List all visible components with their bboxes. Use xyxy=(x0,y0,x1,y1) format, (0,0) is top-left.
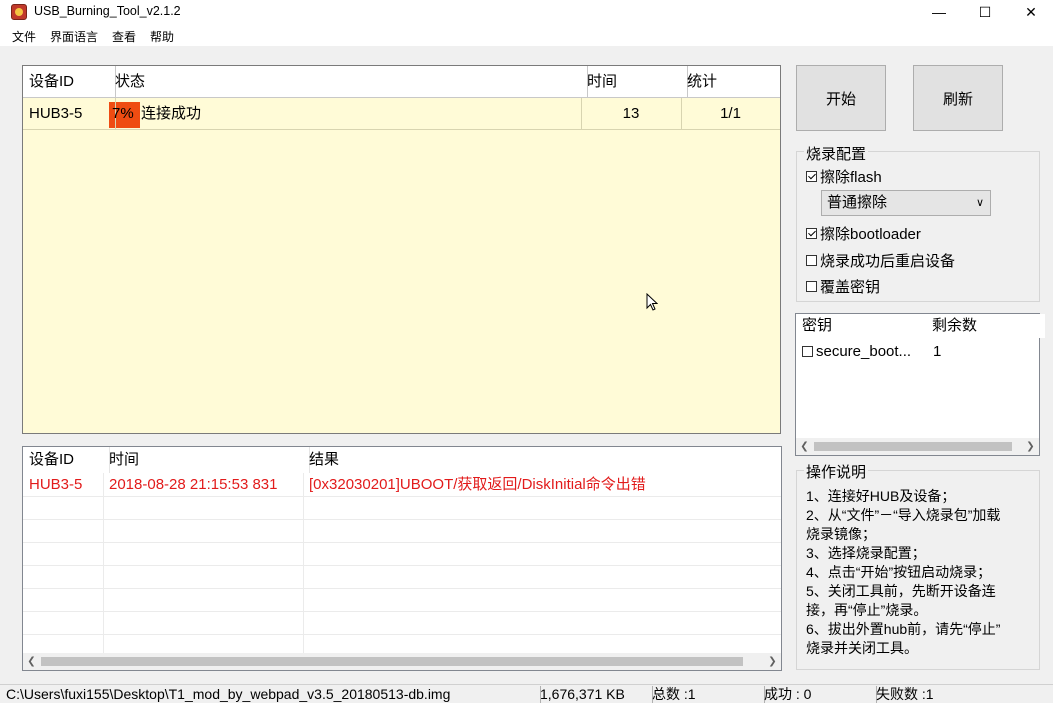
checkbox-checked-icon xyxy=(806,171,817,182)
config-title: 烧录配置 xyxy=(804,143,869,164)
log-device-id: HUB3-5 xyxy=(29,476,83,493)
status-image-size: 1,676,371 KB xyxy=(534,686,653,703)
status-success: 成功 : 0 xyxy=(758,686,877,703)
col-time[interactable]: 时间 xyxy=(581,66,688,98)
status-image-path: C:\Users\fuxi155\Desktop\T1_mod_by_webpa… xyxy=(0,686,541,703)
erase-bootloader-checkbox[interactable]: 擦除bootloader xyxy=(806,223,921,244)
col-log-result[interactable]: 结果 xyxy=(303,447,787,473)
menu-help[interactable]: 帮助 xyxy=(150,28,174,45)
log-row-empty xyxy=(23,611,781,635)
checkbox-unchecked-icon xyxy=(806,281,817,292)
log-row-empty xyxy=(23,519,781,543)
log-time: 2018-08-28 21:15:53 831 xyxy=(109,476,278,493)
checkbox-unchecked-icon xyxy=(806,255,817,266)
status-total: 总数 :1 xyxy=(646,686,765,703)
overwrite-key-checkbox[interactable]: 覆盖密钥 xyxy=(806,276,880,297)
overwrite-key-label: 覆盖密钥 xyxy=(820,279,881,296)
col-stats[interactable]: 统计 xyxy=(681,66,786,98)
col-key[interactable]: 密钥 xyxy=(796,314,933,338)
log-row-empty xyxy=(23,496,781,520)
scroll-thumb[interactable] xyxy=(41,657,743,666)
scroll-right-icon[interactable]: ❯ xyxy=(764,653,781,670)
log-list-scrollbar[interactable]: ❮ ❯ xyxy=(23,653,781,670)
col-log-device-id[interactable]: 设备ID xyxy=(23,447,110,473)
scroll-left-icon[interactable]: ❮ xyxy=(23,653,40,670)
help-line: 烧录镜像； xyxy=(806,526,876,542)
device-stats: 1/1 xyxy=(720,105,741,122)
log-result: [0x32030201]UBOOT/获取返回/DiskInitial命令出错 xyxy=(309,476,646,493)
log-row-empty xyxy=(23,565,781,589)
minimize-button[interactable]: — xyxy=(916,0,962,24)
help-line: 6、拔出外置hub前，请先“停止” xyxy=(806,621,1001,637)
log-row-empty xyxy=(23,542,781,566)
menu-file[interactable]: 文件 xyxy=(12,28,36,45)
window-title: USB_Burning_Tool_v2.1.2 xyxy=(34,4,181,18)
mouse-cursor-icon xyxy=(646,293,658,311)
help-line: 接，再“停止”烧录。 xyxy=(806,602,928,618)
help-line: 2、从“文件”－“导入烧录包”加载 xyxy=(806,507,1001,523)
key-list[interactable]: 密钥 剩余数 secure_boot... 1 ❮ ❯ xyxy=(795,313,1045,456)
maximize-button[interactable]: ☐ xyxy=(962,0,1008,24)
key-remaining: 1 xyxy=(933,343,942,360)
reboot-after-checkbox[interactable]: 烧录成功后重启设备 xyxy=(806,250,955,271)
key-list-scrollbar[interactable]: ❮ ❯ xyxy=(796,438,1039,455)
status-text: 连接成功 xyxy=(141,105,202,122)
help-title: 操作说明 xyxy=(804,461,869,482)
menu-language[interactable]: 界面语言 xyxy=(50,28,98,45)
erase-flash-label: 擦除flash xyxy=(820,169,882,186)
refresh-button[interactable]: 刷新 xyxy=(913,65,1003,131)
device-id: HUB3-5 xyxy=(23,98,116,130)
col-log-time[interactable]: 时间 xyxy=(103,447,310,473)
scroll-left-icon[interactable]: ❮ xyxy=(796,438,813,455)
progress-percent: 7% xyxy=(112,105,134,122)
app-icon xyxy=(11,4,27,20)
close-button[interactable]: ✕ xyxy=(1008,0,1053,24)
help-line: 5、关闭工具前，先断开设备连 xyxy=(806,583,996,599)
key-name: secure_boot... xyxy=(816,343,912,360)
erase-mode-select[interactable]: 普通擦除 ∨ xyxy=(821,190,991,216)
help-line: 4、点击“开始”按钮启动烧录； xyxy=(806,564,992,580)
erase-mode-value: 普通擦除 xyxy=(827,194,888,211)
col-device-id[interactable]: 设备ID xyxy=(23,66,116,98)
scroll-right-icon[interactable]: ❯ xyxy=(1022,438,1039,455)
col-remaining[interactable]: 剩余数 xyxy=(926,314,1045,338)
chevron-down-icon: ∨ xyxy=(975,197,984,209)
help-line: 烧录并关闭工具。 xyxy=(806,640,918,656)
menu-view[interactable]: 查看 xyxy=(112,28,136,45)
log-row[interactable]: HUB3-5 2018-08-28 21:15:53 831 [0x320302… xyxy=(23,473,781,497)
device-row[interactable]: HUB3-5 7% 连接成功 13 1/1 xyxy=(23,98,780,130)
erase-flash-checkbox[interactable]: 擦除flash xyxy=(806,166,882,187)
start-button[interactable]: 开始 xyxy=(796,65,886,131)
reboot-after-label: 烧录成功后重启设备 xyxy=(820,253,956,270)
key-row[interactable]: secure_boot... xyxy=(802,343,911,360)
erase-bootloader-label: 擦除bootloader xyxy=(820,226,921,243)
device-list-header: 设备ID 状态 时间 统计 xyxy=(23,66,780,98)
help-line: 3、选择烧录配置； xyxy=(806,545,926,561)
scroll-thumb[interactable] xyxy=(814,442,1012,451)
title-bar: USB_Burning_Tool_v2.1.2 — ☐ ✕ xyxy=(0,0,1053,24)
log-list[interactable]: 设备ID 时间 结果 HUB3-5 2018-08-28 21:15:53 83… xyxy=(22,446,782,671)
menu-bar: 文件 界面语言 查看 帮助 xyxy=(0,24,1053,46)
log-row-empty xyxy=(23,588,781,612)
checkbox-checked-icon xyxy=(806,228,817,239)
checkbox-unchecked-icon xyxy=(802,346,813,357)
device-time: 13 xyxy=(581,98,682,130)
status-failed: 失败数 :1 xyxy=(876,686,934,702)
col-status[interactable]: 状态 xyxy=(109,66,588,98)
status-bar: C:\Users\fuxi155\Desktop\T1_mod_by_webpa… xyxy=(0,684,1053,703)
status-cell: 7% 连接成功 xyxy=(109,98,582,130)
device-list[interactable]: 设备ID 状态 时间 统计 HUB3-5 7% 连接成功 13 1/1 xyxy=(22,65,781,434)
help-line: 1、连接好HUB及设备； xyxy=(806,488,956,504)
